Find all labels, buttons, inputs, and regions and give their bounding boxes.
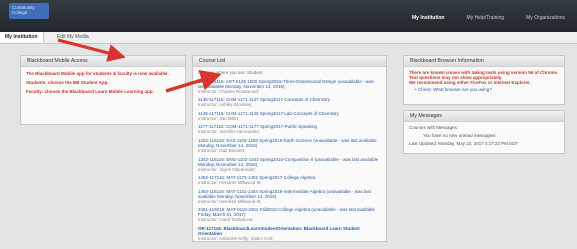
browser-recommendation: We recommend using either FireFox or Int… bbox=[409, 80, 531, 85]
institution-logo[interactable]: Community College bbox=[9, 3, 49, 19]
course-instructor: Instructor: Adrianne Kelly; Vadim Korf; bbox=[198, 235, 274, 241]
course-role-label: Courses where you are: Student bbox=[198, 70, 263, 75]
course-link[interactable]: 1454-116116: MAT-1131-1454 Spring2016-In… bbox=[198, 189, 381, 199]
list-item: 3461-116016: MAT-0110-3461 Fall2015-Coll… bbox=[198, 207, 381, 222]
course-link[interactable]: 3461-116016: MAT-0110-3461 Fall2015-Coll… bbox=[198, 207, 381, 217]
subtab-my-institution[interactable]: My Institution bbox=[0, 32, 44, 43]
tab-my-organizations[interactable]: My Organizations bbox=[522, 12, 569, 24]
module-title: My Messages bbox=[404, 111, 564, 122]
no-messages-text: You have no new unread messages! bbox=[423, 133, 496, 138]
course-instructor: Instructor: Carol Tsetlakova; bbox=[198, 217, 254, 223]
top-header: Community College My Institution My Help… bbox=[0, 0, 577, 32]
tab-help-training[interactable]: My Help/Training bbox=[462, 12, 508, 24]
course-instructor: Instructor: Hendree Millwood III; bbox=[198, 198, 262, 204]
module-title: Course List bbox=[193, 56, 386, 67]
course-instructor: Instructor: Gail Bennett; bbox=[198, 147, 246, 153]
module-title: Blackboard Browser Information bbox=[404, 56, 564, 67]
check-browser-link[interactable]: • Check: What browser are you using? bbox=[415, 87, 559, 92]
subtab-edit-my-media[interactable]: Edit My Media bbox=[52, 32, 94, 43]
list-item: 1252-116116: EAS-1102-1250 Spring2016-Ea… bbox=[198, 138, 381, 153]
course-instructor: Instructor: Jan Miller; bbox=[198, 115, 240, 121]
faculty-app-notice: Faculty: choose the Blackboard Learn Mob… bbox=[26, 89, 154, 94]
messages-label: Courses with Messages: bbox=[409, 125, 459, 130]
module-title: Blackboard Mobile Access bbox=[21, 56, 185, 67]
mobile-access-module: Blackboard Mobile Access The Blackboard … bbox=[20, 55, 186, 125]
course-instructor: Instructor: Joyce Oberlander; bbox=[198, 166, 257, 172]
tab-my-institution[interactable]: My Institution bbox=[408, 12, 449, 24]
last-updated-text: Last Updated: Monday, May 22, 2017 4:17:… bbox=[409, 141, 519, 146]
mobile-app-notice: The Blackboard Mobile app for students &… bbox=[26, 71, 169, 76]
course-link[interactable]: 1145-116116: ART-6125 1000 Spring2016-Th… bbox=[198, 79, 381, 89]
list-item: 1145-117116: CHM-1171-1147 Spring2017-Co… bbox=[198, 97, 381, 107]
course-instructor: Instructor: Jennifer Hernandez; bbox=[198, 129, 260, 135]
main-nav-tabs: My Institution My Help/Training My Organ… bbox=[408, 12, 569, 24]
course-instructor: Instructor: Ashley Brookley; bbox=[198, 102, 253, 108]
messages-module: My Messages Courses with Messages: You h… bbox=[403, 110, 565, 154]
course-list-module: Course List Courses where you are: Stude… bbox=[192, 55, 387, 242]
browser-info-module: Blackboard Browser Information There are… bbox=[403, 55, 565, 105]
course-link[interactable]: 1252-116116: EAS-1102-1250 Spring2016-Ea… bbox=[198, 138, 381, 148]
list-item: 1148-117116: CHM-1171-1148 Spring2017-La… bbox=[198, 111, 381, 121]
list-item: OR-117116: BlackboardLearnStudentOrienta… bbox=[198, 226, 381, 241]
list-item: 1452-117116: MAT-1172-1452 Spring2017-Co… bbox=[198, 175, 381, 185]
sub-tab-bar: My Institution Edit My Media bbox=[0, 32, 577, 44]
list-item: 1454-116116: MAT-1131-1454 Spring2016-In… bbox=[198, 189, 381, 204]
course-link[interactable]: OR-117116: BlackboardLearnStudentOrienta… bbox=[198, 226, 381, 236]
list-item: 1177-117116: COM-1171-1177 Spring2017-Pu… bbox=[198, 124, 381, 134]
list-item: 1145-116116: ART-6125 1000 Spring2016-Th… bbox=[198, 79, 381, 94]
course-instructor: Instructor: Hendree Millwood III; bbox=[198, 180, 262, 186]
student-app-notice: Students: choose the BB Student App. bbox=[26, 80, 109, 85]
course-link[interactable]: 1342-116116: ENG-1102-1342 Spring2016-Co… bbox=[198, 157, 381, 167]
list-item: 1342-116116: ENG-1102-1342 Spring2016-Co… bbox=[198, 157, 381, 172]
course-instructor: Instructor: Charles Rosamond; bbox=[198, 88, 260, 94]
